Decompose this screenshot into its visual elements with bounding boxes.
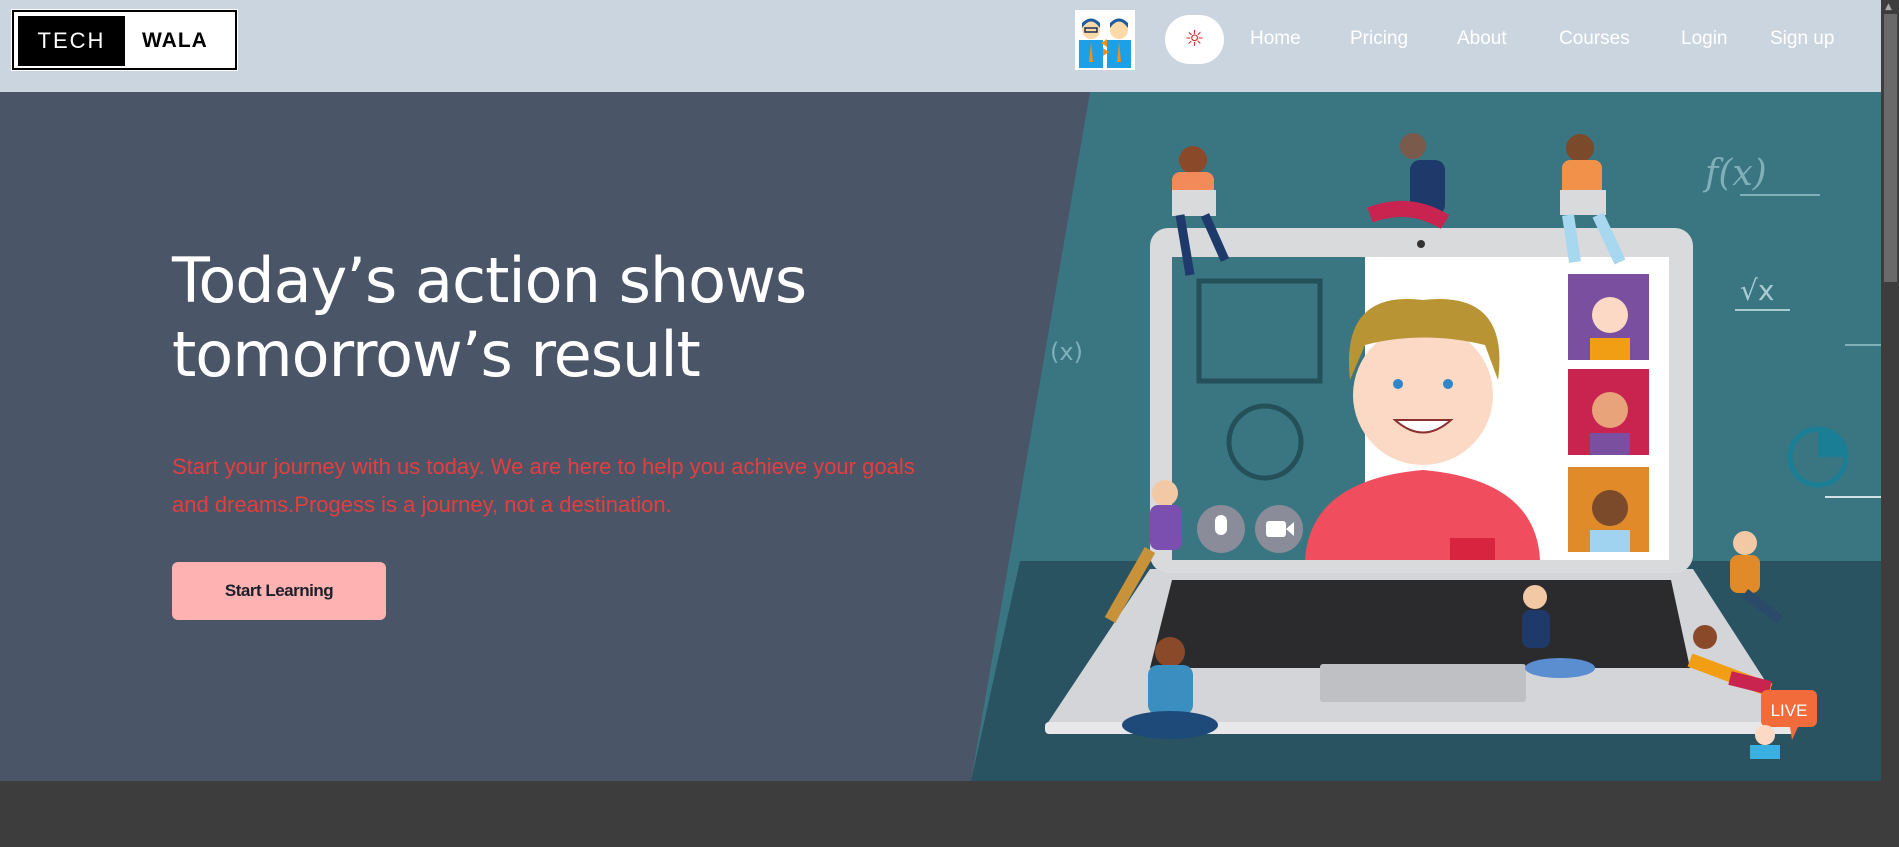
logo[interactable]: TECH WALA: [11, 9, 238, 71]
hero-title-line1: Today’s action shows: [172, 244, 807, 317]
scroll-up-arrow-icon[interactable]: ▲: [1885, 2, 1892, 12]
logo-wala: WALA: [142, 29, 208, 52]
scrollbar[interactable]: ▲: [1881, 0, 1899, 847]
hero-title: Today’s action shows tomorrow’s result: [172, 244, 872, 392]
nav-courses[interactable]: Courses: [1559, 28, 1630, 50]
scrollbar-thumb[interactable]: [1884, 14, 1897, 282]
hero-subtitle: Start your journey with us today. We are…: [172, 454, 915, 517]
theme-toggle-button[interactable]: ☼: [1165, 15, 1224, 64]
start-learning-button[interactable]: Start Learning: [172, 562, 386, 620]
logo-tech: TECH: [18, 16, 125, 66]
hero-illustration: f(x) √x (x) LIVE: [971, 92, 1881, 781]
nav-signup[interactable]: Sign up: [1770, 28, 1834, 50]
math-fx: f(x): [1702, 153, 1767, 194]
nav-home[interactable]: Home: [1250, 28, 1301, 50]
math-sqrt: √x: [1740, 274, 1774, 307]
math-x: (x): [1050, 338, 1083, 366]
live-badge-label: LIVE: [1771, 701, 1808, 720]
hero-title-line2: tomorrow’s result: [172, 318, 701, 391]
page-bottom-band: [0, 781, 1881, 847]
sun-icon: ☼: [1184, 27, 1205, 52]
nav-about[interactable]: About: [1457, 28, 1507, 50]
header: TECH WALA ☼ Home Pricing About Courses L…: [0, 0, 1881, 92]
nav-pricing[interactable]: Pricing: [1350, 28, 1408, 50]
avatar-image: [1075, 10, 1135, 70]
hero-section: f(x) √x (x) LIVE Today’s action shows to…: [0, 92, 1881, 781]
nav-login[interactable]: Login: [1681, 28, 1728, 50]
